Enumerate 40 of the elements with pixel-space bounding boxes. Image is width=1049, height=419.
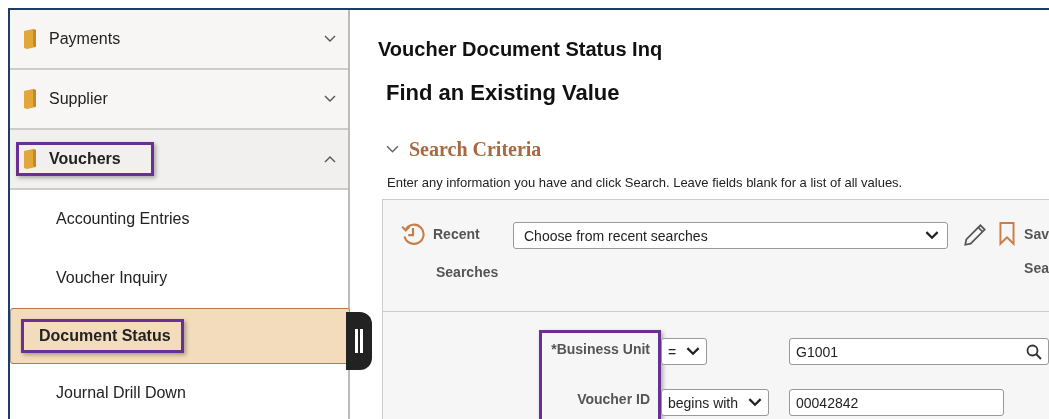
folder-icon (23, 29, 37, 49)
recent-searches-dropdown[interactable]: Choose from recent searches (513, 222, 949, 249)
operator-dropdown[interactable]: begins with (661, 389, 770, 416)
text-field[interactable]: 00042842 (789, 389, 1004, 416)
chevron-icon[interactable] (386, 145, 399, 154)
recent-searches-label: Searches (436, 264, 500, 280)
chevron-icon[interactable] (324, 155, 336, 163)
chevron-icon (748, 398, 763, 407)
page-subtitle: Find an Existing Value (386, 80, 621, 106)
search-icon[interactable] (1026, 343, 1042, 360)
folder-icon (23, 149, 37, 169)
save-search-label: Sav (1024, 226, 1049, 242)
field-label: Voucher ID (577, 391, 650, 407)
section-heading[interactable]: Search Criteria (409, 138, 542, 161)
chevron-icon (925, 231, 940, 240)
menu-group[interactable]: Payments (10, 10, 348, 70)
menu-item[interactable]: Document Status (10, 308, 350, 364)
field-label: *Business Unit (551, 341, 650, 357)
menu-group[interactable]: Vouchers (10, 130, 348, 190)
menu-label: Vouchers (49, 150, 121, 168)
menu-item[interactable]: Journal Drill Down (10, 364, 348, 419)
folder-icon (23, 89, 37, 109)
chevron-icon[interactable] (324, 35, 336, 43)
menu-item[interactable]: Accounting Entries (10, 190, 348, 249)
instructions-text: Enter any information you have and click Search. Leave fields blank for a list of all values. (387, 175, 904, 190)
bookmark-icon[interactable] (998, 222, 1017, 246)
text-field[interactable]: G1001 (789, 338, 1049, 365)
chevron-icon (686, 347, 701, 356)
splitter-handle[interactable] (346, 312, 372, 370)
history-icon[interactable] (401, 222, 425, 246)
operator-dropdown[interactable]: = (661, 338, 708, 365)
menu-group[interactable]: Supplier (10, 70, 348, 130)
chevron-icon[interactable] (324, 95, 336, 103)
menu-label: Supplier (49, 90, 108, 108)
recent-searches-label: Recent (433, 226, 480, 242)
page-title: Voucher Document Status Inq (378, 38, 664, 62)
pencil-icon[interactable] (962, 222, 989, 248)
menu-item[interactable]: Voucher Inquiry (10, 249, 348, 308)
save-search-label: Sea (1024, 260, 1049, 276)
menu-label: Payments (49, 30, 121, 48)
